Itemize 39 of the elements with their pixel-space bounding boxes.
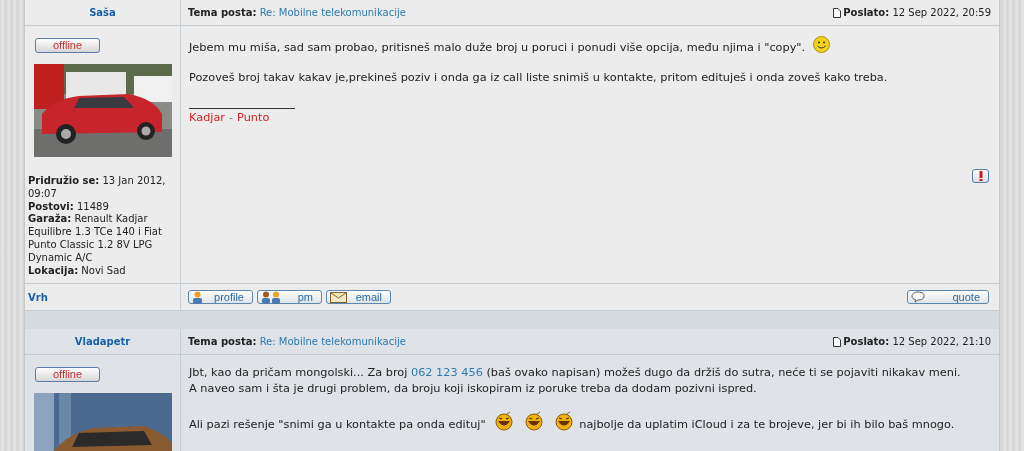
profile-field: Garaža: Renault Kadjar Equilibre 1.3 TCe 140 i Fiat Punto Classic 1.2 8V LPG Dynamic A/C: [28, 213, 178, 265]
post-text: Jebem mu miša, sad sam probao, pritisneš malo duže broj u poruci i ponudi više opcija, među njima i "copy".: [189, 36, 989, 56]
document-icon: [833, 336, 842, 347]
topic-link[interactable]: Re: Mobilne telekomunikacije: [259, 7, 406, 18]
laughing-icon: [494, 411, 515, 432]
profile-field: Postovi: 11489: [28, 200, 178, 214]
email-button[interactable]: email: [326, 290, 391, 305]
post-date: Poslato: 12 Sep 2022, 20:59: [843, 7, 991, 18]
post-date: Poslato: 12 Sep 2022, 21:10: [843, 336, 991, 348]
smiley-icon: [812, 36, 830, 53]
signature-link[interactable]: Punto: [237, 111, 270, 124]
person-icon: [192, 290, 203, 304]
quote-button[interactable]: quote: [907, 290, 989, 305]
laughing-icon: [524, 411, 545, 432]
people-icon: [261, 290, 283, 304]
topic-link[interactable]: Re: Mobilne telekomunikacije: [259, 336, 406, 348]
signature-separator: -: [229, 111, 234, 124]
profile-button[interactable]: profile: [188, 290, 253, 305]
author-name[interactable]: Saša: [89, 7, 116, 18]
envelope-icon: [330, 291, 347, 303]
pm-button[interactable]: pm: [257, 290, 322, 305]
post-topic: Tema posta: Re: Mobilne telekomunikacije: [188, 336, 406, 348]
author-name[interactable]: Vladapetr: [74, 336, 131, 348]
post-text: Ali pazi rešenje "snimi ga u kontakte pa onda edituj" najbolje da uplatim iCloud i za te brojeve, jer bi ih bilo baš mnogo.: [189, 411, 989, 434]
phone-link[interactable]: 062 123 456: [410, 366, 487, 380]
laughing-icon: [554, 411, 575, 432]
post-text: Jbt, kao da pričam mongolski... Za broj 062 123 456 (baš ovako napisan) možeš dugo da držiš do sutra, neće ti se pojaviti nikakav meni. A naveo sam i šta je drugi problem, da broju koji iskopiram iz poruke treba da dodam pozivni ispred.: [189, 365, 962, 398]
report-button[interactable]: [972, 169, 989, 184]
document-icon: [833, 7, 842, 18]
status-badge: offline: [35, 38, 100, 53]
post-topic: Tema posta: Re: Mobilne telekomunikacije: [188, 7, 406, 18]
profile-field: Pridružio se: 13 Jan 2012, 09:07: [28, 175, 178, 201]
profile-field: Lokacija: Novi Sad: [28, 264, 178, 278]
back-to-top-link[interactable]: Vrh: [28, 291, 48, 303]
signature-link[interactable]: Kadjar: [189, 111, 225, 124]
post-text: Pozoveš broj takav kakav je,prekineš poziv i onda ga iz call liste snimiš u kontakte, pritom edituješ i onda zoveš kako treba.: [189, 70, 889, 86]
status-badge: offline: [35, 367, 100, 383]
speech-bubble-icon: [911, 291, 925, 304]
exclamation-icon: [978, 171, 983, 182]
